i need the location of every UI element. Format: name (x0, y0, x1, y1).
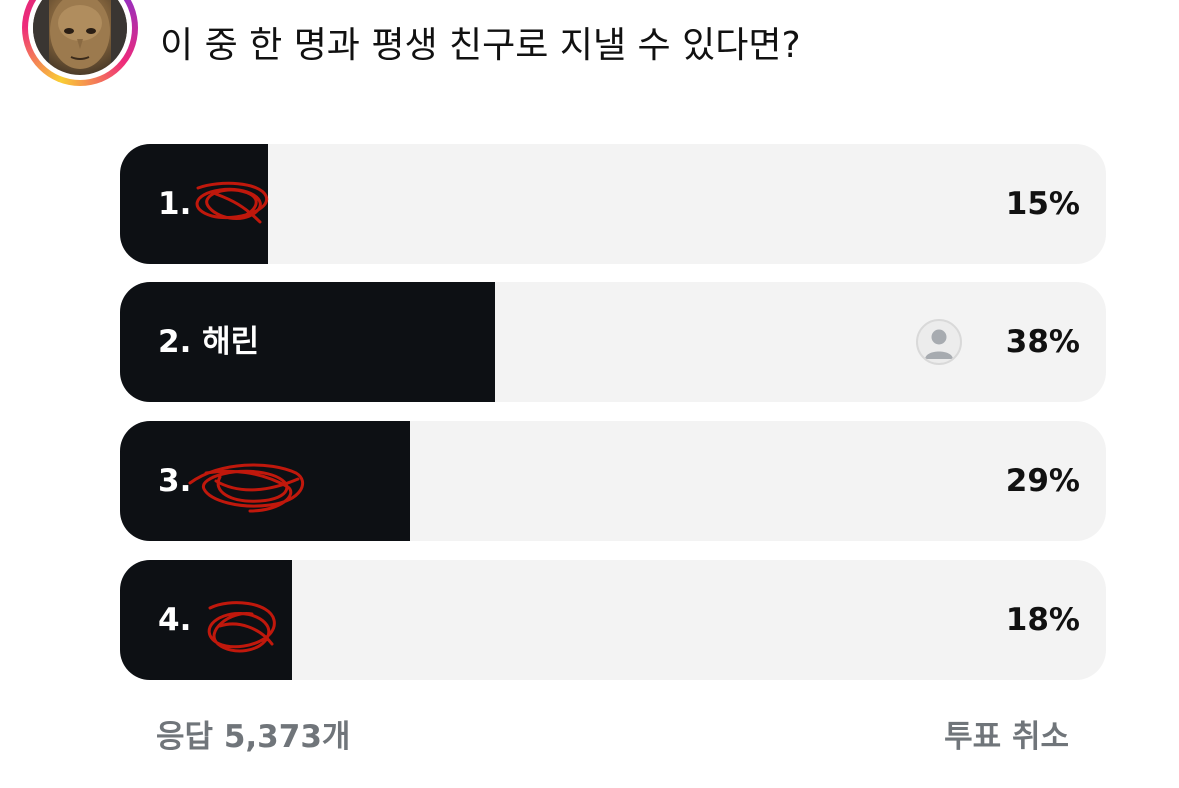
poll-options: 1. 15% 2. 해린 38% 3. 29% 4. 18% (120, 144, 1106, 698)
poll-option-percent: 15% (1005, 186, 1080, 222)
header-cropped-text (160, 0, 400, 6)
poll-option-percent: 38% (1005, 324, 1080, 360)
poll-option-fill (120, 560, 292, 680)
poll-question: 이 중 한 명과 평생 친구로 지낼 수 있다면? (160, 25, 801, 66)
avatar-gap (28, 0, 132, 80)
author-avatar[interactable] (33, 0, 127, 75)
cancel-vote-button[interactable]: 투표 취소 (944, 712, 1069, 762)
poll-option-label: 2. 해린 (158, 324, 260, 360)
poll-option-label: 3. (158, 463, 192, 499)
poll-option-percent: 18% (1005, 602, 1080, 638)
poll-option-4[interactable]: 4. 18% (120, 560, 1106, 680)
response-count: 응답 5,373개 (156, 719, 351, 755)
user-avatar-icon (916, 319, 962, 365)
poll-option-fill (120, 144, 268, 264)
poll-option-3[interactable]: 3. 29% (120, 421, 1106, 541)
poll-option-percent: 29% (1005, 463, 1080, 499)
poll-option-1[interactable]: 1. 15% (120, 144, 1106, 264)
poll-option-label: 4. (158, 602, 192, 638)
poll-option-label: 1. (158, 186, 192, 222)
author-avatar-ring[interactable] (22, 0, 138, 86)
poll-option-2[interactable]: 2. 해린 38% (120, 282, 1106, 402)
